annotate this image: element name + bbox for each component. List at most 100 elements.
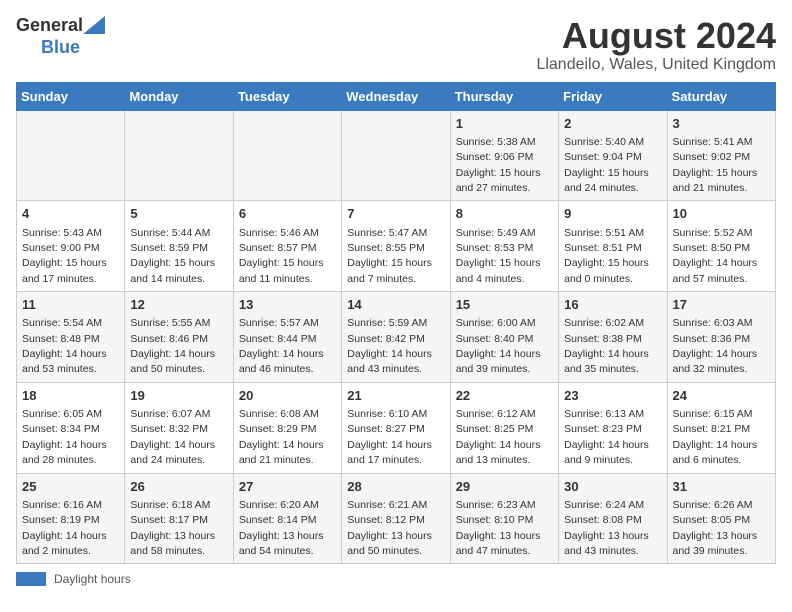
day-number: 16 <box>564 296 661 314</box>
calendar-cell: 12 Sunrise: 5:55 AM Sunset: 8:46 PM Dayli… <box>125 292 233 383</box>
legend-box <box>16 572 46 586</box>
day-number: 17 <box>673 296 770 314</box>
day-number: 27 <box>239 478 336 496</box>
logo: General Blue <box>16 16 105 56</box>
day-header-saturday: Saturday <box>667 82 775 110</box>
day-number: 9 <box>564 205 661 223</box>
day-info: Sunrise: 6:10 AM Sunset: 8:27 PM Dayligh… <box>347 408 432 466</box>
calendar-cell: 15 Sunrise: 6:00 AM Sunset: 8:40 PM Dayli… <box>450 292 558 383</box>
calendar-header: SundayMondayTuesdayWednesdayThursdayFrid… <box>17 82 776 110</box>
day-info: Sunrise: 5:49 AM Sunset: 8:53 PM Dayligh… <box>456 227 541 285</box>
calendar-cell: 14 Sunrise: 5:59 AM Sunset: 8:42 PM Dayli… <box>342 292 450 383</box>
logo-blue: Blue <box>41 38 80 56</box>
day-number: 15 <box>456 296 553 314</box>
day-info: Sunrise: 5:43 AM Sunset: 9:00 PM Dayligh… <box>22 227 107 285</box>
day-info: Sunrise: 6:16 AM Sunset: 8:19 PM Dayligh… <box>22 499 107 557</box>
week-row-3: 11Sunrise: 5:54 AM Sunset: 8:48 PM Dayli… <box>17 292 776 383</box>
header: General Blue August 2024 Llandeilo, Wales… <box>16 16 776 74</box>
day-info: Sunrise: 5:51 AM Sunset: 8:51 PM Dayligh… <box>564 227 649 285</box>
day-number: 2 <box>564 115 661 133</box>
day-info: Sunrise: 6:08 AM Sunset: 8:29 PM Dayligh… <box>239 408 324 466</box>
calendar-cell: 25 Sunrise: 6:16 AM Sunset: 8:19 PM Dayli… <box>17 473 125 564</box>
day-info: Sunrise: 6:24 AM Sunset: 8:08 PM Dayligh… <box>564 499 649 557</box>
day-header-monday: Monday <box>125 82 233 110</box>
calendar-cell <box>342 110 450 201</box>
calendar-cell: 17 Sunrise: 6:03 AM Sunset: 8:36 PM Dayli… <box>667 292 775 383</box>
day-info: Sunrise: 6:05 AM Sunset: 8:34 PM Dayligh… <box>22 408 107 466</box>
calendar-cell: 5Sunrise: 5:44 AM Sunset: 8:59 PM Daylig… <box>125 201 233 292</box>
calendar-cell: 19Sunrise: 6:07 AM Sunset: 8:32 PM Dayli… <box>125 382 233 473</box>
calendar-cell: 11Sunrise: 5:54 AM Sunset: 8:48 PM Dayli… <box>17 292 125 383</box>
calendar-cell: 20 Sunrise: 6:08 AM Sunset: 8:29 PM Dayli… <box>233 382 341 473</box>
title-area: August 2024 Llandeilo, Wales, United Kin… <box>536 16 776 74</box>
day-number: 7 <box>347 205 444 223</box>
day-number: 21 <box>347 387 444 405</box>
calendar-cell: 1Sunrise: 5:38 AM Sunset: 9:06 PM Daylig… <box>450 110 558 201</box>
day-number: 12 <box>130 296 227 314</box>
legend: Daylight hours <box>16 572 776 586</box>
day-info: Sunrise: 5:40 AM Sunset: 9:04 PM Dayligh… <box>564 136 649 194</box>
calendar-cell: 24 Sunrise: 6:15 AM Sunset: 8:21 PM Dayli… <box>667 382 775 473</box>
day-number: 30 <box>564 478 661 496</box>
calendar-cell: 22 Sunrise: 6:12 AM Sunset: 8:25 PM Dayli… <box>450 382 558 473</box>
day-number: 6 <box>239 205 336 223</box>
calendar-cell: 30 Sunrise: 6:24 AM Sunset: 8:08 PM Dayli… <box>559 473 667 564</box>
day-number: 20 <box>239 387 336 405</box>
calendar-cell: 18 Sunrise: 6:05 AM Sunset: 8:34 PM Dayli… <box>17 382 125 473</box>
day-info: Sunrise: 6:03 AM Sunset: 8:36 PM Dayligh… <box>673 317 758 375</box>
calendar-cell: 29Sunrise: 6:23 AM Sunset: 8:10 PM Dayli… <box>450 473 558 564</box>
day-info: Sunrise: 6:18 AM Sunset: 8:17 PM Dayligh… <box>130 499 215 557</box>
day-number: 31 <box>673 478 770 496</box>
day-number: 11 <box>22 296 119 314</box>
day-info: Sunrise: 6:26 AM Sunset: 8:05 PM Dayligh… <box>673 499 758 557</box>
day-number: 1 <box>456 115 553 133</box>
day-info: Sunrise: 6:13 AM Sunset: 8:23 PM Dayligh… <box>564 408 649 466</box>
day-info: Sunrise: 6:21 AM Sunset: 8:12 PM Dayligh… <box>347 499 432 557</box>
day-number: 29 <box>456 478 553 496</box>
calendar-cell: 28 Sunrise: 6:21 AM Sunset: 8:12 PM Dayli… <box>342 473 450 564</box>
week-row-5: 25 Sunrise: 6:16 AM Sunset: 8:19 PM Dayli… <box>17 473 776 564</box>
day-number: 25 <box>22 478 119 496</box>
day-header-tuesday: Tuesday <box>233 82 341 110</box>
day-info: Sunrise: 6:07 AM Sunset: 8:32 PM Dayligh… <box>130 408 215 466</box>
day-info: Sunrise: 5:59 AM Sunset: 8:42 PM Dayligh… <box>347 317 432 375</box>
calendar-cell: 16 Sunrise: 6:02 AM Sunset: 8:38 PM Dayli… <box>559 292 667 383</box>
day-info: Sunrise: 6:15 AM Sunset: 8:21 PM Dayligh… <box>673 408 758 466</box>
calendar-cell: 2 Sunrise: 5:40 AM Sunset: 9:04 PM Daylig… <box>559 110 667 201</box>
day-number: 22 <box>456 387 553 405</box>
day-number: 13 <box>239 296 336 314</box>
calendar-cell: 8Sunrise: 5:49 AM Sunset: 8:53 PM Daylig… <box>450 201 558 292</box>
week-row-1: 1Sunrise: 5:38 AM Sunset: 9:06 PM Daylig… <box>17 110 776 201</box>
day-info: Sunrise: 5:41 AM Sunset: 9:02 PM Dayligh… <box>673 136 758 194</box>
calendar-cell: 31 Sunrise: 6:26 AM Sunset: 8:05 PM Dayli… <box>667 473 775 564</box>
calendar-cell: 7Sunrise: 5:47 AM Sunset: 8:55 PM Daylig… <box>342 201 450 292</box>
calendar-cell: 3Sunrise: 5:41 AM Sunset: 9:02 PM Daylig… <box>667 110 775 201</box>
calendar-cell <box>233 110 341 201</box>
calendar-body: 1Sunrise: 5:38 AM Sunset: 9:06 PM Daylig… <box>17 110 776 564</box>
day-info: Sunrise: 5:52 AM Sunset: 8:50 PM Dayligh… <box>673 227 758 285</box>
day-header-wednesday: Wednesday <box>342 82 450 110</box>
day-info: Sunrise: 5:55 AM Sunset: 8:46 PM Dayligh… <box>130 317 215 375</box>
calendar-table: SundayMondayTuesdayWednesdayThursdayFrid… <box>16 82 776 565</box>
day-header-thursday: Thursday <box>450 82 558 110</box>
day-info: Sunrise: 6:12 AM Sunset: 8:25 PM Dayligh… <box>456 408 541 466</box>
calendar-cell: 9 Sunrise: 5:51 AM Sunset: 8:51 PM Daylig… <box>559 201 667 292</box>
day-number: 18 <box>22 387 119 405</box>
calendar-cell: 27Sunrise: 6:20 AM Sunset: 8:14 PM Dayli… <box>233 473 341 564</box>
legend-label: Daylight hours <box>54 572 131 586</box>
day-number: 4 <box>22 205 119 223</box>
main-title: August 2024 <box>536 16 776 56</box>
day-info: Sunrise: 5:44 AM Sunset: 8:59 PM Dayligh… <box>130 227 215 285</box>
day-info: Sunrise: 6:02 AM Sunset: 8:38 PM Dayligh… <box>564 317 649 375</box>
subtitle: Llandeilo, Wales, United Kingdom <box>536 56 776 74</box>
logo-general: General <box>16 16 83 34</box>
day-number: 10 <box>673 205 770 223</box>
day-number: 23 <box>564 387 661 405</box>
day-header-sunday: Sunday <box>17 82 125 110</box>
header-row: SundayMondayTuesdayWednesdayThursdayFrid… <box>17 82 776 110</box>
week-row-2: 4 Sunrise: 5:43 AM Sunset: 9:00 PM Daylig… <box>17 201 776 292</box>
day-info: Sunrise: 6:00 AM Sunset: 8:40 PM Dayligh… <box>456 317 541 375</box>
day-number: 14 <box>347 296 444 314</box>
day-number: 28 <box>347 478 444 496</box>
day-number: 24 <box>673 387 770 405</box>
